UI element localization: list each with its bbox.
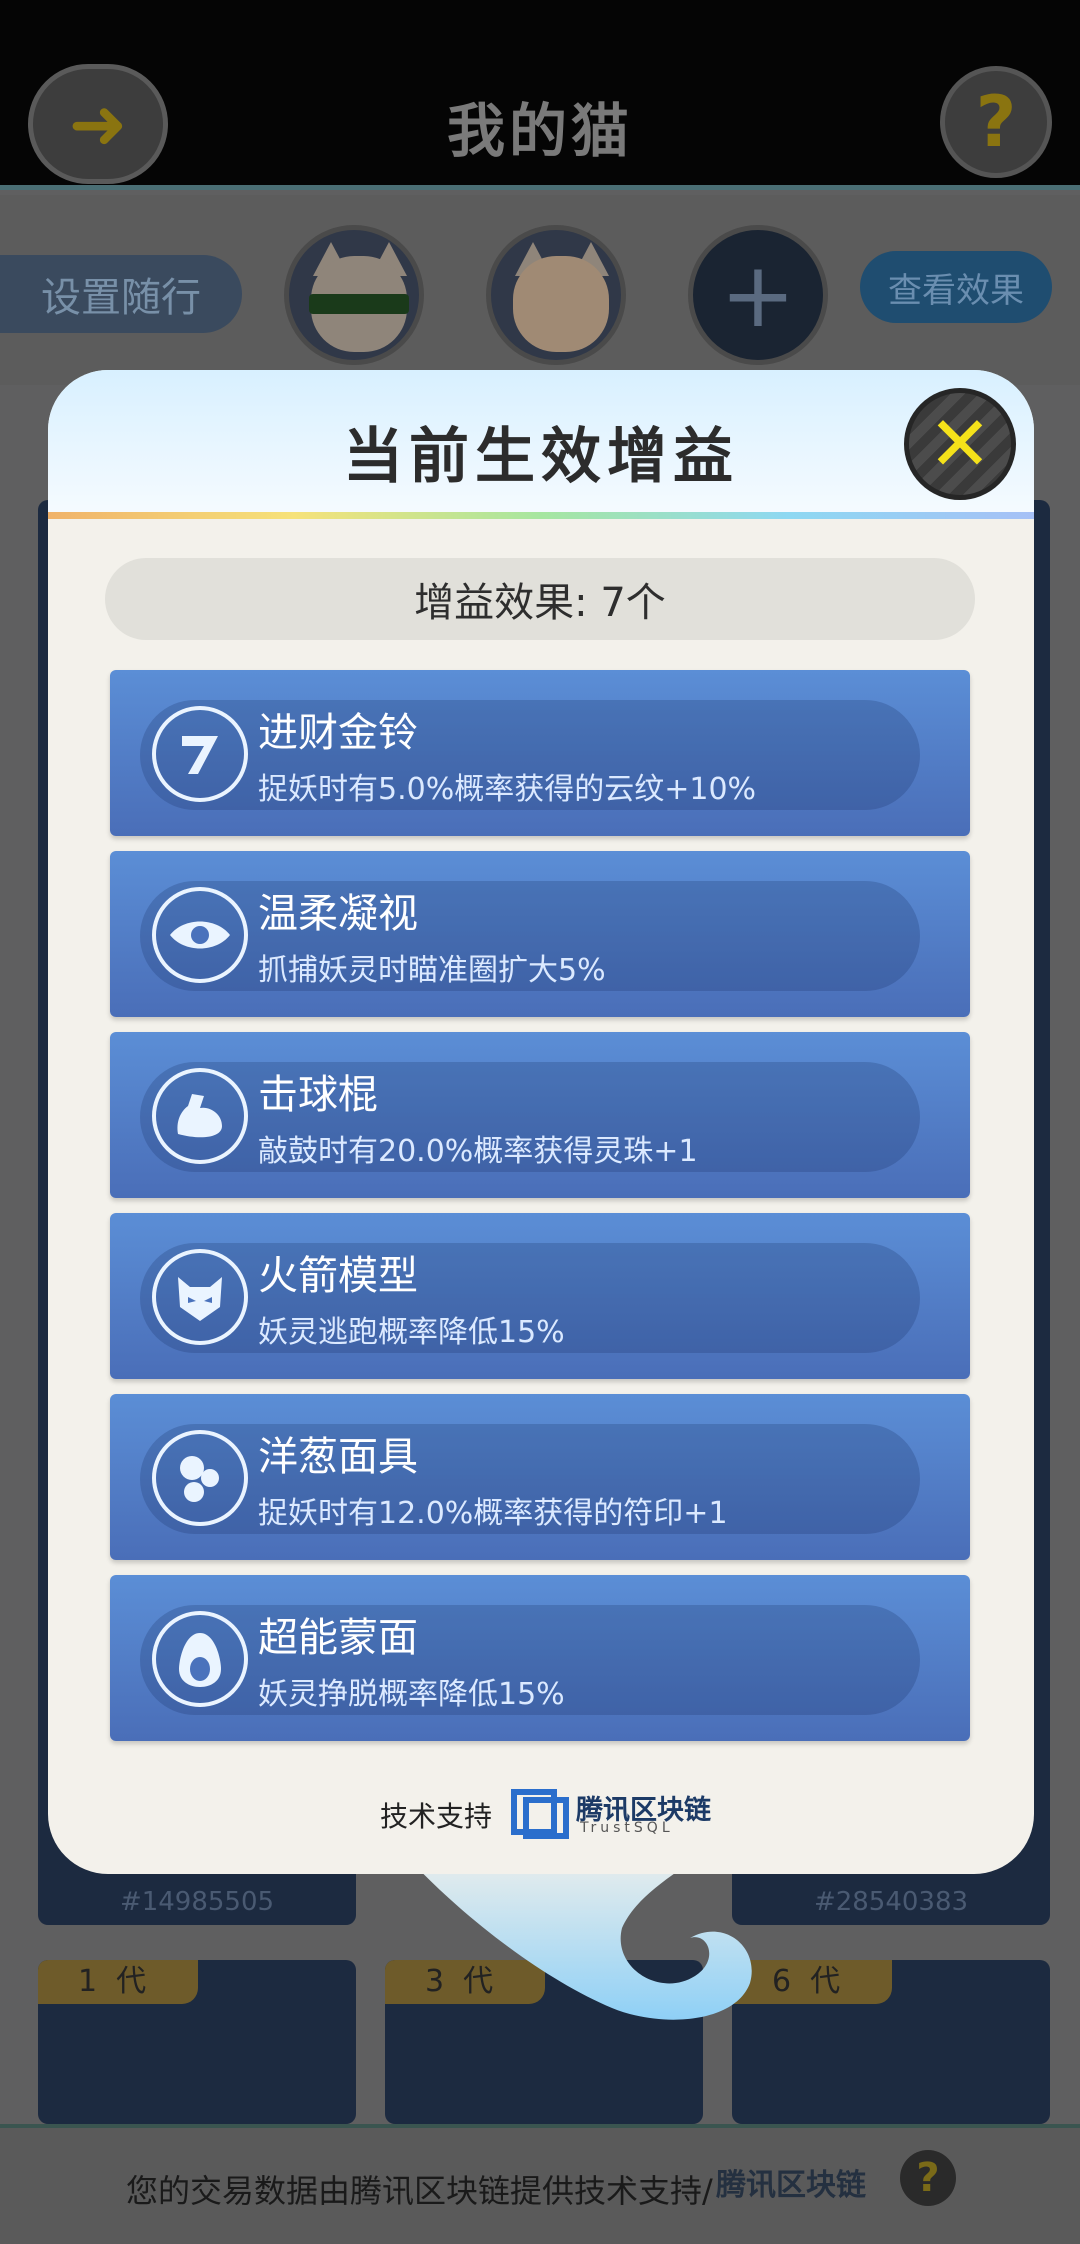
support-label: 技术支持 — [380, 1800, 493, 1833]
buff-item[interactable]: 击球棍 敲鼓时有20.0%概率获得灵珠+1 — [110, 1032, 970, 1198]
buff-item[interactable]: 进财金铃 捉妖时有5.0%概率获得的云纹+10% — [110, 670, 970, 836]
plus-icon: + — [720, 242, 796, 348]
view-effect-button[interactable]: 查看效果 — [860, 251, 1052, 323]
question-icon: ? — [975, 81, 1017, 163]
muscle-arm-icon — [152, 1068, 248, 1164]
buff-description: 抓捕妖灵时瞄准圈扩大5% — [258, 953, 606, 988]
buff-description: 捉妖时有12.0%概率获得的符印+1 — [258, 1496, 728, 1531]
buff-modal: 当前生效增益 增益效果: 7个 进财金铃 捉妖时有5.0%概率获得的云纹+10%… — [48, 370, 1034, 1874]
buff-item[interactable]: 火箭模型 妖灵逃跑概率降低15% — [110, 1213, 970, 1379]
top-bar: ➜ 我的猫 ? — [0, 0, 1080, 190]
cat-avatar-2[interactable] — [486, 225, 626, 365]
modal-title: 当前生效增益 — [343, 422, 739, 492]
buff-name: 进财金铃 — [258, 710, 418, 756]
buff-name: 击球棍 — [258, 1072, 378, 1118]
buff-description: 妖灵挣脱概率降低15% — [258, 1677, 565, 1712]
eye-icon — [152, 887, 248, 983]
cat-card[interactable]: 1 代 — [38, 1960, 356, 2124]
cat-id: #28540383 — [813, 1887, 969, 1917]
buff-description: 妖灵逃跑概率降低15% — [258, 1315, 565, 1350]
egg-icon — [152, 1611, 248, 1707]
buff-name: 火箭模型 — [258, 1253, 418, 1299]
cat-selector-bar: 设置随行 + 查看效果 — [0, 195, 1080, 385]
question-icon[interactable]: ? — [900, 2150, 956, 2206]
page-title: 我的猫 — [446, 97, 633, 165]
buff-name: 温柔凝视 — [258, 891, 418, 937]
footer-text: 您的交易数据由腾讯区块链提供技术支持/ — [126, 2172, 713, 2210]
buff-item[interactable]: 温柔凝视 抓捕妖灵时瞄准圈扩大5% — [110, 851, 970, 1017]
set-follow-button[interactable]: 设置随行 — [0, 255, 242, 333]
generation-badge: 1 代 — [38, 1960, 198, 2004]
tencent-blockchain-logo-icon — [511, 1789, 569, 1839]
footer-brand: 腾讯区块链 — [716, 2168, 866, 2203]
support-brand-sub: TrustSQL — [580, 1820, 674, 1836]
buff-name: 洋葱面具 — [258, 1434, 418, 1480]
buff-item[interactable]: 超能蒙面 妖灵挣脱概率降低15% — [110, 1575, 970, 1741]
cat-id: #14985505 — [119, 1887, 275, 1917]
monster-face-icon — [152, 1249, 248, 1345]
rainbow-divider — [48, 512, 1034, 519]
buff-name: 超能蒙面 — [258, 1615, 418, 1661]
bell-icon — [152, 706, 248, 802]
sunglasses-icon — [309, 294, 409, 314]
footer-bar: 您的交易数据由腾讯区块链提供技术支持/ 腾讯区块链 ? — [0, 2124, 1080, 2244]
cat-avatar-1[interactable] — [284, 225, 424, 365]
bubbles-icon — [152, 1430, 248, 1526]
close-x-icon: ✕ — [928, 399, 992, 488]
cat-card[interactable]: 6 代 — [732, 1960, 1050, 2124]
add-cat-button[interactable]: + — [688, 225, 828, 365]
buff-description: 敲鼓时有20.0%概率获得灵珠+1 — [258, 1134, 698, 1169]
buff-description: 捉妖时有5.0%概率获得的云纹+10% — [258, 772, 757, 807]
buff-item[interactable]: 洋葱面具 捉妖时有12.0%概率获得的符印+1 — [110, 1394, 970, 1560]
help-button[interactable]: ? — [940, 66, 1052, 178]
buff-count: 增益效果: 7个 — [105, 558, 975, 640]
close-button[interactable]: ✕ — [904, 388, 1016, 500]
cat-face-icon — [513, 256, 609, 352]
